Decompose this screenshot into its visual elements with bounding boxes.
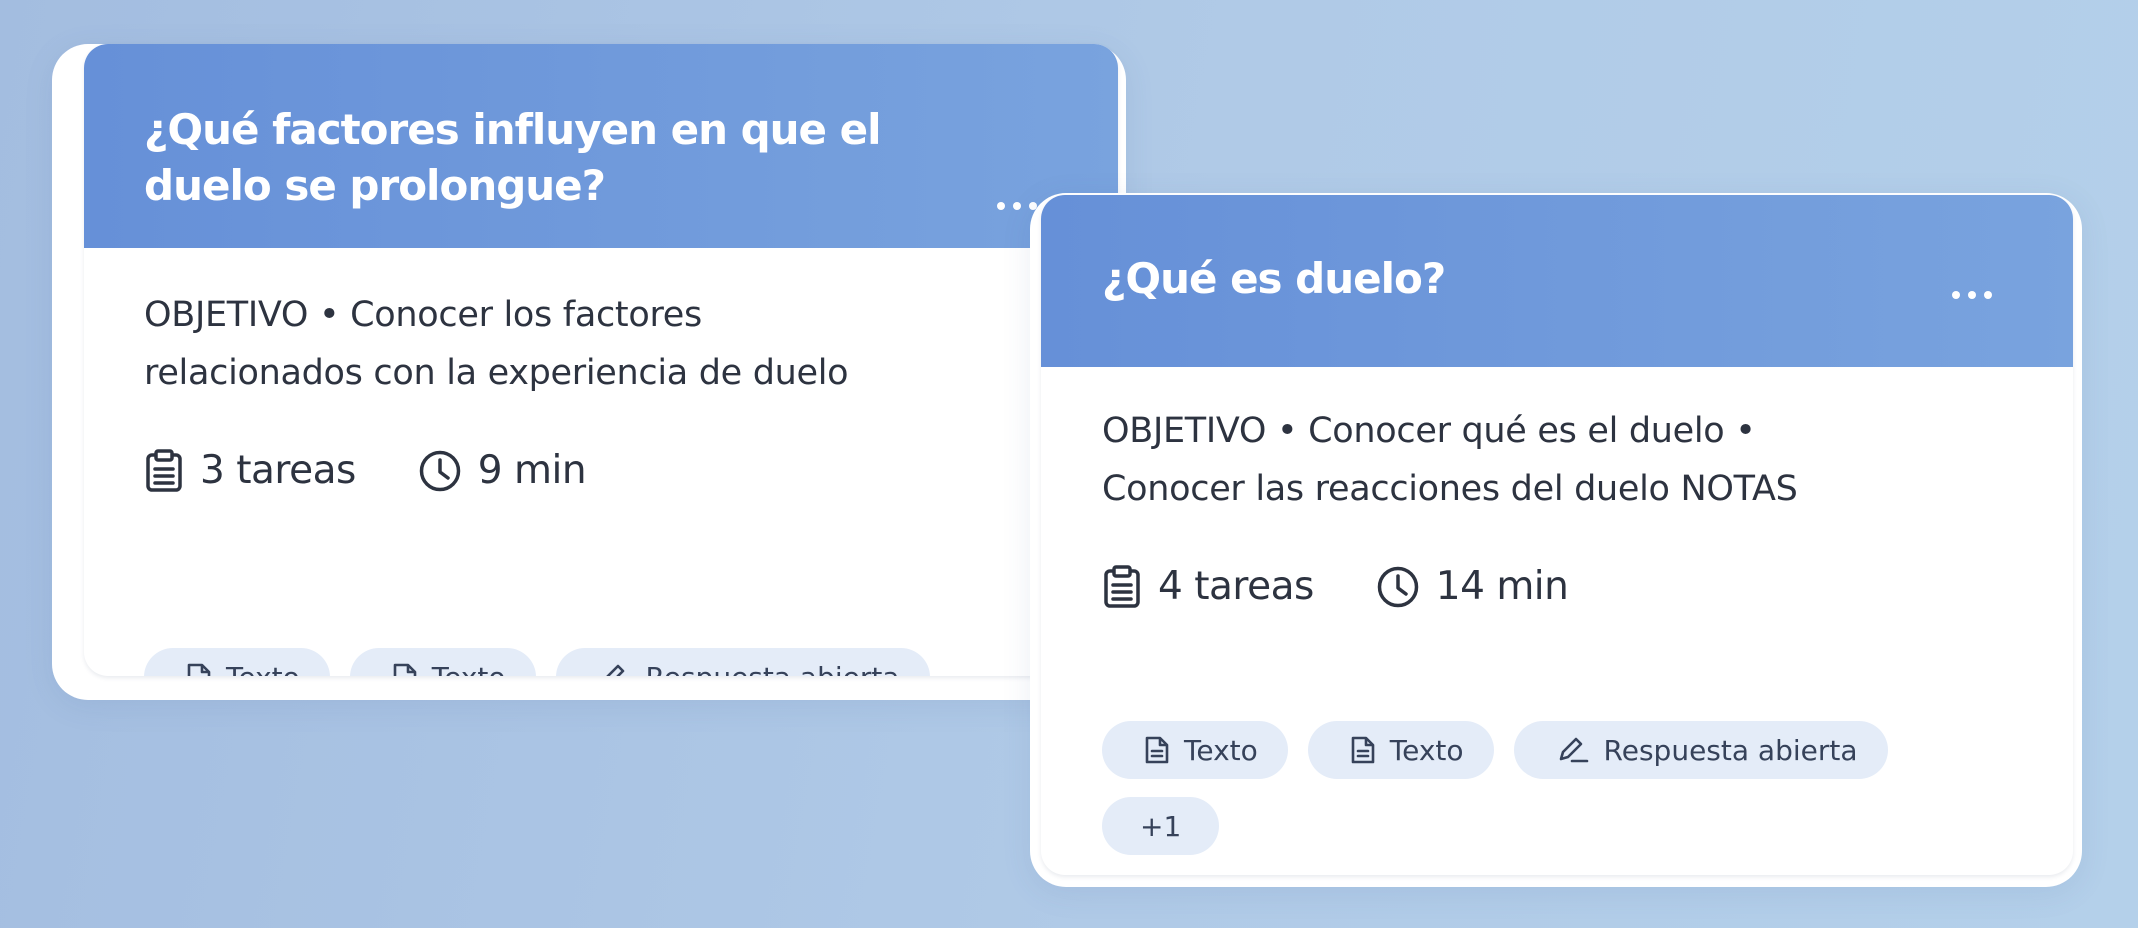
chip-texto[interactable]: Texto	[1307, 721, 1494, 779]
chip-respuesta-abierta[interactable]: Respuesta abierta	[555, 648, 930, 677]
document-icon	[1145, 736, 1169, 764]
chip-texto[interactable]: Texto	[349, 648, 536, 677]
clipboard-icon	[1104, 564, 1140, 608]
page: { "cards": [ { "title_lines": ["¿Qué fac…	[0, 0, 2138, 928]
chip-label: Texto	[1389, 733, 1464, 767]
card-header: ¿Qué es duelo?	[1041, 195, 2073, 367]
card-factores-duelo[interactable]: ¿Qué factores influyen en que el duelo s…	[84, 44, 1118, 676]
tasks-count: 3 tareas	[144, 448, 356, 493]
pencil-icon	[605, 664, 624, 676]
more-options-icon	[1952, 291, 1992, 299]
document-icon	[393, 663, 417, 676]
document-icon	[1351, 736, 1375, 764]
clipboard-icon	[146, 448, 182, 492]
chip-label: Texto	[432, 661, 506, 677]
card-meta: 4 tareas 14 min	[1102, 564, 1569, 609]
card-header: ¿Qué factores influyen en que el duelo s…	[84, 44, 1118, 248]
clock-icon	[419, 450, 461, 491]
card-body: OBJETIVO • Conocer qué es el duelo • Con…	[1041, 367, 2073, 875]
task-type-chips: Texto Texto Respuesta abierta +1	[1102, 721, 2002, 855]
duration-label: 9 min	[477, 448, 587, 493]
card-title-line: ¿Qué factores influyen en que el	[144, 105, 882, 154]
card-meta: 3 tareas 9 min	[144, 448, 587, 493]
tasks-count-label: 3 tareas	[200, 448, 356, 493]
clock-icon	[1377, 566, 1419, 607]
card-objective: OBJETIVO • Conocer los factores relacion…	[144, 286, 849, 402]
objective-line: Conocer las reacciones del duelo NOTAS	[1102, 469, 1798, 509]
chip-label: Texto	[1184, 733, 1258, 767]
objective-line: OBJETIVO • Conocer qué es el duelo •	[1102, 411, 1756, 451]
card-body: OBJETIVO • Conocer los factores relacion…	[84, 248, 1118, 676]
task-type-chips: Texto Texto Respuesta abierta	[144, 648, 1118, 676]
chip-texto[interactable]: Texto	[144, 648, 330, 676]
objective-line: OBJETIVO • Conocer los factores	[144, 295, 702, 335]
duration: 14 min	[1376, 564, 1569, 609]
card-title-line: duelo se prolongue?	[144, 161, 606, 210]
chip-label: Respuesta abierta	[1603, 733, 1858, 767]
more-options-icon	[997, 202, 1037, 210]
duration-label: 14 min	[1435, 564, 1569, 609]
more-options-button[interactable]	[1942, 275, 2002, 315]
card-title: ¿Qué factores influyen en que el duelo s…	[144, 102, 882, 214]
card-title: ¿Qué es duelo?	[1102, 251, 1446, 307]
tasks-count-label: 4 tareas	[1158, 564, 1314, 609]
chip-texto[interactable]: Texto	[1102, 721, 1288, 779]
document-icon	[187, 663, 211, 676]
chip-label: Texto	[226, 661, 300, 677]
chip-label: Respuesta abierta	[646, 661, 900, 677]
card-objective: OBJETIVO • Conocer qué es el duelo • Con…	[1102, 402, 1798, 518]
objective-line: relacionados con la experiencia de duelo	[144, 353, 849, 393]
chip-more[interactable]: +1	[1102, 797, 1220, 855]
card-title-line: ¿Qué es duelo?	[1102, 254, 1446, 303]
pencil-icon	[1559, 737, 1588, 763]
chip-more-label: +1	[1140, 809, 1182, 843]
duration: 9 min	[418, 448, 587, 493]
card-que-es-duelo[interactable]: ¿Qué es duelo? OBJETIVO • Conocer qué es…	[1041, 195, 2073, 875]
chip-respuesta-abierta[interactable]: Respuesta abierta	[1513, 721, 1888, 779]
tasks-count: 4 tareas	[1102, 564, 1314, 609]
